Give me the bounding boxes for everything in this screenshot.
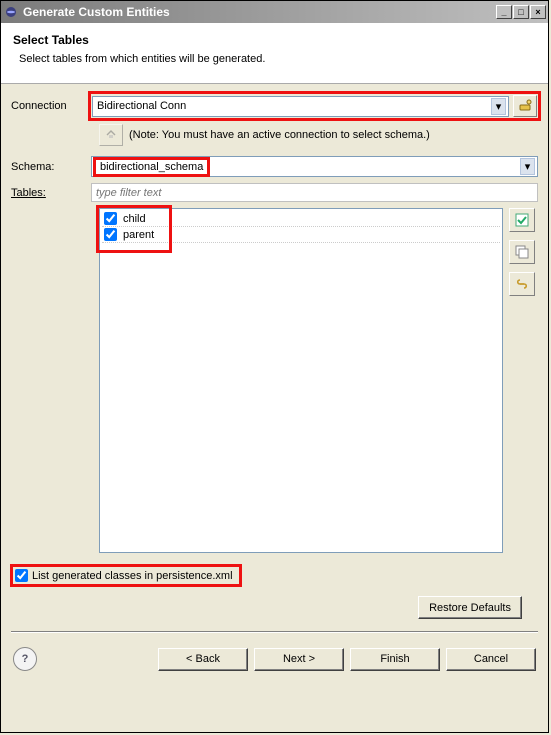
- wizard-header: Select Tables Select tables from which e…: [1, 23, 548, 84]
- new-connection-button[interactable]: [513, 95, 537, 117]
- back-button[interactable]: < Back: [158, 648, 248, 671]
- dialog-window: Generate Custom Entities _ □ × Select Ta…: [0, 0, 549, 733]
- schema-row: Schema: bidirectional_schema ▾: [11, 156, 538, 177]
- page-subtitle: Select tables from which entities will b…: [19, 53, 536, 65]
- table-row[interactable]: child: [102, 211, 500, 227]
- help-button[interactable]: ?: [13, 647, 37, 671]
- synchronize-button[interactable]: [509, 272, 535, 296]
- tables-filter-input[interactable]: [91, 183, 538, 202]
- connection-row: Connection Bidirectional Conn ▾: [11, 94, 538, 118]
- chevron-down-icon[interactable]: ▾: [491, 98, 506, 115]
- schema-combo[interactable]: bidirectional_schema ▾: [91, 156, 538, 177]
- minimize-button[interactable]: _: [496, 5, 512, 19]
- eclipse-icon: [3, 4, 19, 20]
- list-in-persistence-label: List generated classes in persistence.xm…: [32, 570, 233, 582]
- connection-label: Connection: [11, 100, 91, 112]
- tables-filter-row: Tables:: [11, 183, 538, 202]
- connection-combo[interactable]: Bidirectional Conn ▾: [92, 96, 509, 117]
- deselect-all-button[interactable]: [509, 240, 535, 264]
- table-row[interactable]: parent: [102, 227, 500, 243]
- next-button[interactable]: Next >: [254, 648, 344, 671]
- chevron-down-icon[interactable]: ▾: [520, 158, 535, 175]
- finish-button[interactable]: Finish: [350, 648, 440, 671]
- restore-defaults-button[interactable]: Restore Defaults: [418, 596, 522, 619]
- footer: ? < Back Next > Finish Cancel: [1, 639, 548, 681]
- table-checkbox-parent[interactable]: [104, 228, 117, 241]
- tables-list[interactable]: child parent: [99, 208, 503, 553]
- window-title: Generate Custom Entities: [23, 5, 496, 19]
- cancel-button[interactable]: Cancel: [446, 648, 536, 671]
- separator: [11, 631, 538, 633]
- connection-note-row: (Note: You must have an active connectio…: [99, 124, 538, 146]
- tables-label: Tables:: [11, 187, 91, 199]
- schema-value: bidirectional_schema: [100, 161, 203, 173]
- list-in-persistence-checkbox[interactable]: [15, 569, 28, 582]
- table-name: parent: [123, 229, 154, 241]
- connection-note: (Note: You must have an active connectio…: [129, 129, 430, 141]
- tables-area: child parent: [11, 208, 538, 553]
- close-button[interactable]: ×: [530, 5, 546, 19]
- table-name: child: [123, 213, 146, 225]
- reconnect-button[interactable]: [99, 124, 123, 146]
- maximize-button[interactable]: □: [513, 5, 529, 19]
- titlebar: Generate Custom Entities _ □ ×: [1, 1, 548, 23]
- table-checkbox-child[interactable]: [104, 212, 117, 225]
- content-area: Connection Bidirectional Conn ▾ (Note: Y…: [1, 84, 548, 633]
- schema-label: Schema:: [11, 161, 91, 173]
- persistence-xml-check-row: List generated classes in persistence.xm…: [13, 567, 538, 584]
- page-title: Select Tables: [13, 33, 536, 47]
- connection-value: Bidirectional Conn: [97, 100, 491, 112]
- select-all-button[interactable]: [509, 208, 535, 232]
